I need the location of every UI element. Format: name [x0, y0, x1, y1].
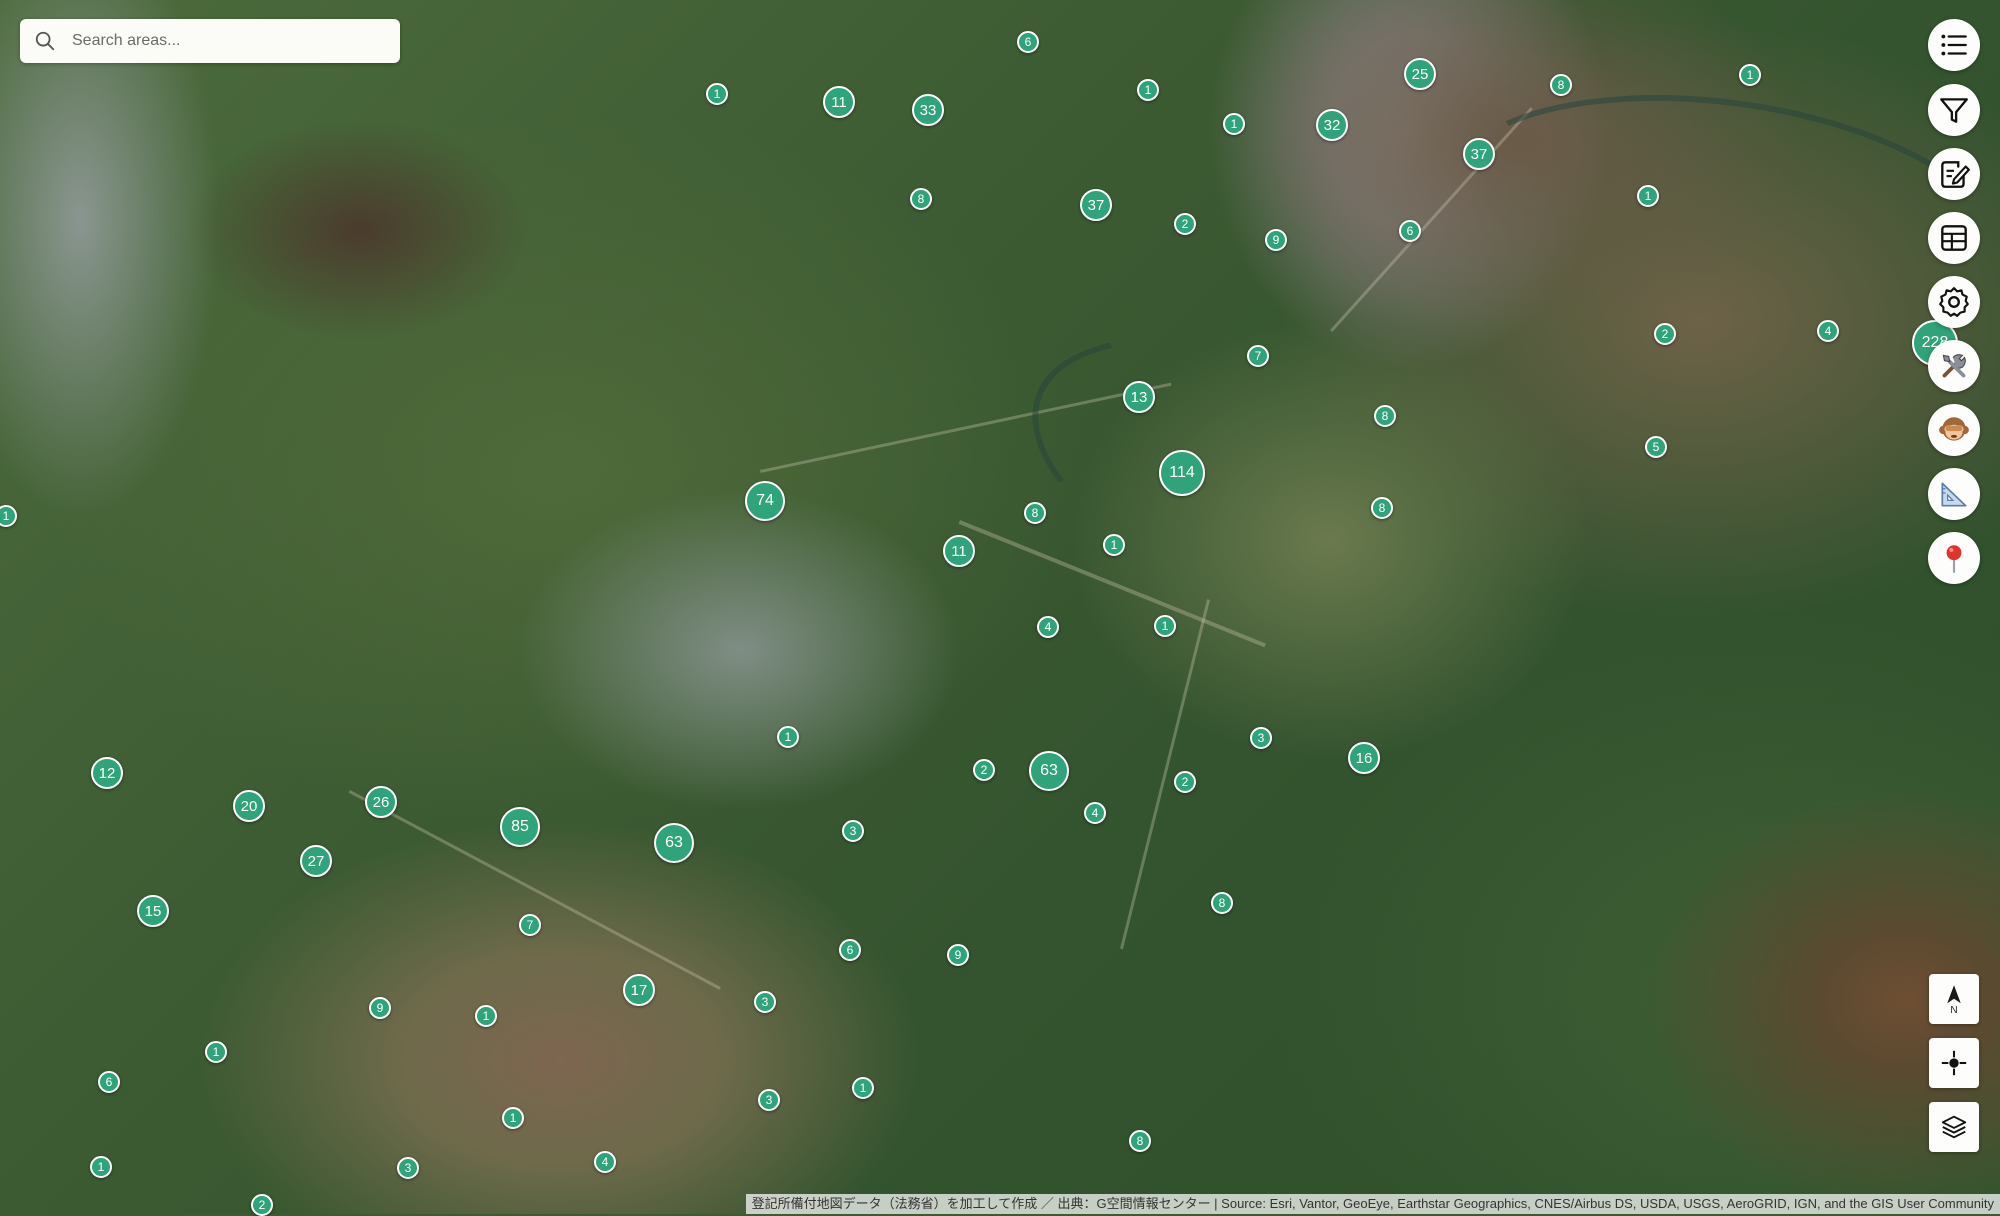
cluster-marker[interactable]: 3	[754, 991, 776, 1013]
cluster-marker[interactable]: 27	[300, 845, 332, 877]
ruler-triangle-icon	[1941, 482, 1967, 507]
pin-button[interactable]	[1928, 532, 1980, 584]
road	[1119, 599, 1210, 950]
cluster-marker[interactable]: 2	[1654, 323, 1676, 345]
cluster-marker[interactable]: 8	[1129, 1130, 1151, 1152]
cluster-marker[interactable]: 2	[1174, 771, 1196, 793]
cluster-marker[interactable]: 4	[1817, 320, 1839, 342]
cluster-marker[interactable]: 26	[365, 786, 397, 818]
cluster-marker[interactable]: 1	[1103, 534, 1125, 556]
settings-gear-icon	[1939, 287, 1969, 317]
filter-icon	[1940, 98, 1968, 123]
cluster-marker[interactable]: 3	[397, 1157, 419, 1179]
cluster-marker[interactable]: 114	[1159, 450, 1205, 496]
cluster-marker[interactable]: 8	[1211, 892, 1233, 914]
crosshair-icon	[1941, 1050, 1967, 1076]
cluster-marker[interactable]: 8	[1024, 502, 1046, 524]
cluster-marker[interactable]: 9	[1265, 229, 1287, 251]
cluster-marker[interactable]: 4	[594, 1151, 616, 1173]
edit-note-icon	[1941, 161, 1970, 188]
cluster-marker[interactable]: 1	[502, 1107, 524, 1129]
monkey-button[interactable]	[1928, 404, 1980, 456]
tools-icon	[1942, 354, 1966, 378]
north-button[interactable]: N	[1929, 974, 1979, 1024]
search-box[interactable]	[20, 19, 400, 63]
cluster-marker[interactable]: 6	[98, 1071, 120, 1093]
cluster-marker[interactable]: 11	[823, 86, 855, 118]
locate-button[interactable]	[1929, 1038, 1979, 1088]
cluster-marker[interactable]: 8	[1371, 497, 1393, 519]
cluster-marker[interactable]: 33	[912, 94, 944, 126]
table-button[interactable]	[1928, 212, 1980, 264]
cluster-marker[interactable]: 12	[91, 757, 123, 789]
cluster-marker[interactable]: 15	[137, 895, 169, 927]
cluster-marker[interactable]: 1	[1137, 79, 1159, 101]
cluster-marker[interactable]: 17	[623, 974, 655, 1006]
cluster-marker[interactable]: 11	[943, 535, 975, 567]
cluster-marker[interactable]: 7	[519, 914, 541, 936]
cluster-marker[interactable]: 16	[1348, 742, 1380, 774]
cluster-marker[interactable]: 1	[1637, 185, 1659, 207]
cluster-marker[interactable]: 1	[852, 1077, 874, 1099]
cluster-marker[interactable]: 9	[947, 944, 969, 966]
cluster-marker[interactable]: 1	[205, 1041, 227, 1063]
cluster-marker[interactable]: 1	[706, 83, 728, 105]
cluster-marker[interactable]: 6	[839, 939, 861, 961]
cluster-marker[interactable]: 25	[1404, 58, 1436, 90]
river	[992, 276, 1580, 696]
map-pin-icon	[1946, 545, 1962, 573]
cluster-marker[interactable]: 3	[758, 1089, 780, 1111]
cluster-marker[interactable]: 2	[973, 759, 995, 781]
cluster-marker[interactable]: 74	[745, 481, 785, 521]
search-icon	[35, 31, 55, 51]
cluster-marker[interactable]: 2	[1174, 213, 1196, 235]
cluster-marker[interactable]: 63	[1029, 751, 1069, 791]
cluster-marker[interactable]: 2	[251, 1194, 273, 1216]
cluster-marker[interactable]: 85	[500, 807, 540, 847]
cluster-marker[interactable]: 6	[1399, 220, 1421, 242]
filter-button[interactable]	[1928, 84, 1980, 136]
map-attribution: 登記所備付地図データ（法務省）を加工して作成 ／ 出典：G空間情報センター | …	[745, 1194, 2000, 1214]
cluster-marker[interactable]: 1	[777, 726, 799, 748]
cluster-marker[interactable]: 8	[910, 188, 932, 210]
list-icon	[1941, 34, 1967, 56]
north-arrow-icon	[1947, 984, 1961, 1003]
cluster-marker[interactable]: 6	[1017, 31, 1039, 53]
cluster-marker[interactable]: 37	[1080, 189, 1112, 221]
cluster-marker[interactable]: 5	[1645, 436, 1667, 458]
cluster-marker[interactable]: 1	[90, 1156, 112, 1178]
measure-button[interactable]	[1928, 468, 1980, 520]
tools-button[interactable]	[1928, 340, 1980, 392]
table-icon	[1941, 225, 1967, 251]
cluster-marker[interactable]: 3	[1250, 727, 1272, 749]
north-label: N	[1950, 1004, 1958, 1016]
cluster-marker[interactable]: 32	[1316, 109, 1348, 141]
cluster-marker[interactable]: 20	[233, 790, 265, 822]
edit-note-button[interactable]	[1928, 148, 1980, 200]
list-button[interactable]	[1928, 19, 1980, 71]
cluster-marker[interactable]: 13	[1123, 381, 1155, 413]
layers-button[interactable]	[1929, 1102, 1979, 1152]
cluster-marker[interactable]: 37	[1463, 138, 1495, 170]
cluster-marker[interactable]: 1	[475, 1005, 497, 1027]
cluster-marker[interactable]: 4	[1084, 802, 1106, 824]
cluster-marker[interactable]: 1	[1739, 64, 1761, 86]
cluster-marker[interactable]: 63	[654, 823, 694, 863]
monkey-face-icon	[1939, 417, 1969, 441]
cluster-marker[interactable]: 1	[1223, 113, 1245, 135]
cluster-marker[interactable]: 8	[1374, 405, 1396, 427]
layers-icon	[1941, 1115, 1967, 1139]
cluster-marker[interactable]: 1	[1154, 615, 1176, 637]
cluster-marker[interactable]: 3	[842, 820, 864, 842]
settings-button[interactable]	[1928, 276, 1980, 328]
cluster-marker[interactable]: 7	[1247, 345, 1269, 367]
satellite-map[interactable]	[0, 0, 2000, 1214]
cluster-marker[interactable]: 9	[369, 997, 391, 1019]
cluster-marker[interactable]: 4	[1037, 616, 1059, 638]
cluster-marker[interactable]: 8	[1550, 74, 1572, 96]
search-input[interactable]	[70, 31, 374, 51]
